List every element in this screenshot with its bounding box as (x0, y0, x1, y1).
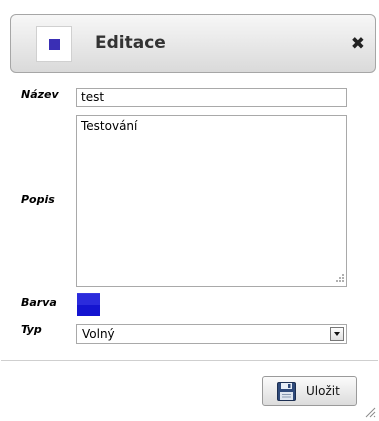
description-field[interactable]: Testování (76, 115, 347, 287)
dialog-titlebar[interactable]: Editace ✖ (10, 14, 376, 73)
description-label: Popis (21, 193, 55, 206)
color-swatch-highlight (77, 294, 100, 305)
chevron-down-icon[interactable] (330, 327, 344, 341)
floppy-disk-icon (277, 382, 296, 401)
resize-grip-icon[interactable] (333, 273, 345, 285)
edit-dialog: Editace ✖ Název test Popis Testování Bar… (0, 0, 379, 421)
name-field[interactable]: test (76, 88, 347, 107)
type-select[interactable]: Volný (76, 324, 347, 344)
color-label: Barva (21, 296, 57, 309)
save-button-label: Uložit (306, 384, 340, 398)
footer-divider (1, 360, 378, 361)
close-icon[interactable]: ✖ (351, 34, 365, 54)
square-icon-fill (49, 39, 60, 50)
type-select-value: Volný (82, 327, 115, 341)
description-text: Testování (81, 119, 138, 133)
name-label: Název (21, 88, 59, 101)
type-label: Typ (21, 323, 42, 336)
save-button[interactable]: Uložit (262, 376, 357, 406)
dialog-title: Editace (95, 33, 166, 53)
resize-grip-icon[interactable] (364, 406, 376, 418)
square-icon (36, 26, 72, 62)
color-swatch[interactable] (77, 293, 100, 316)
